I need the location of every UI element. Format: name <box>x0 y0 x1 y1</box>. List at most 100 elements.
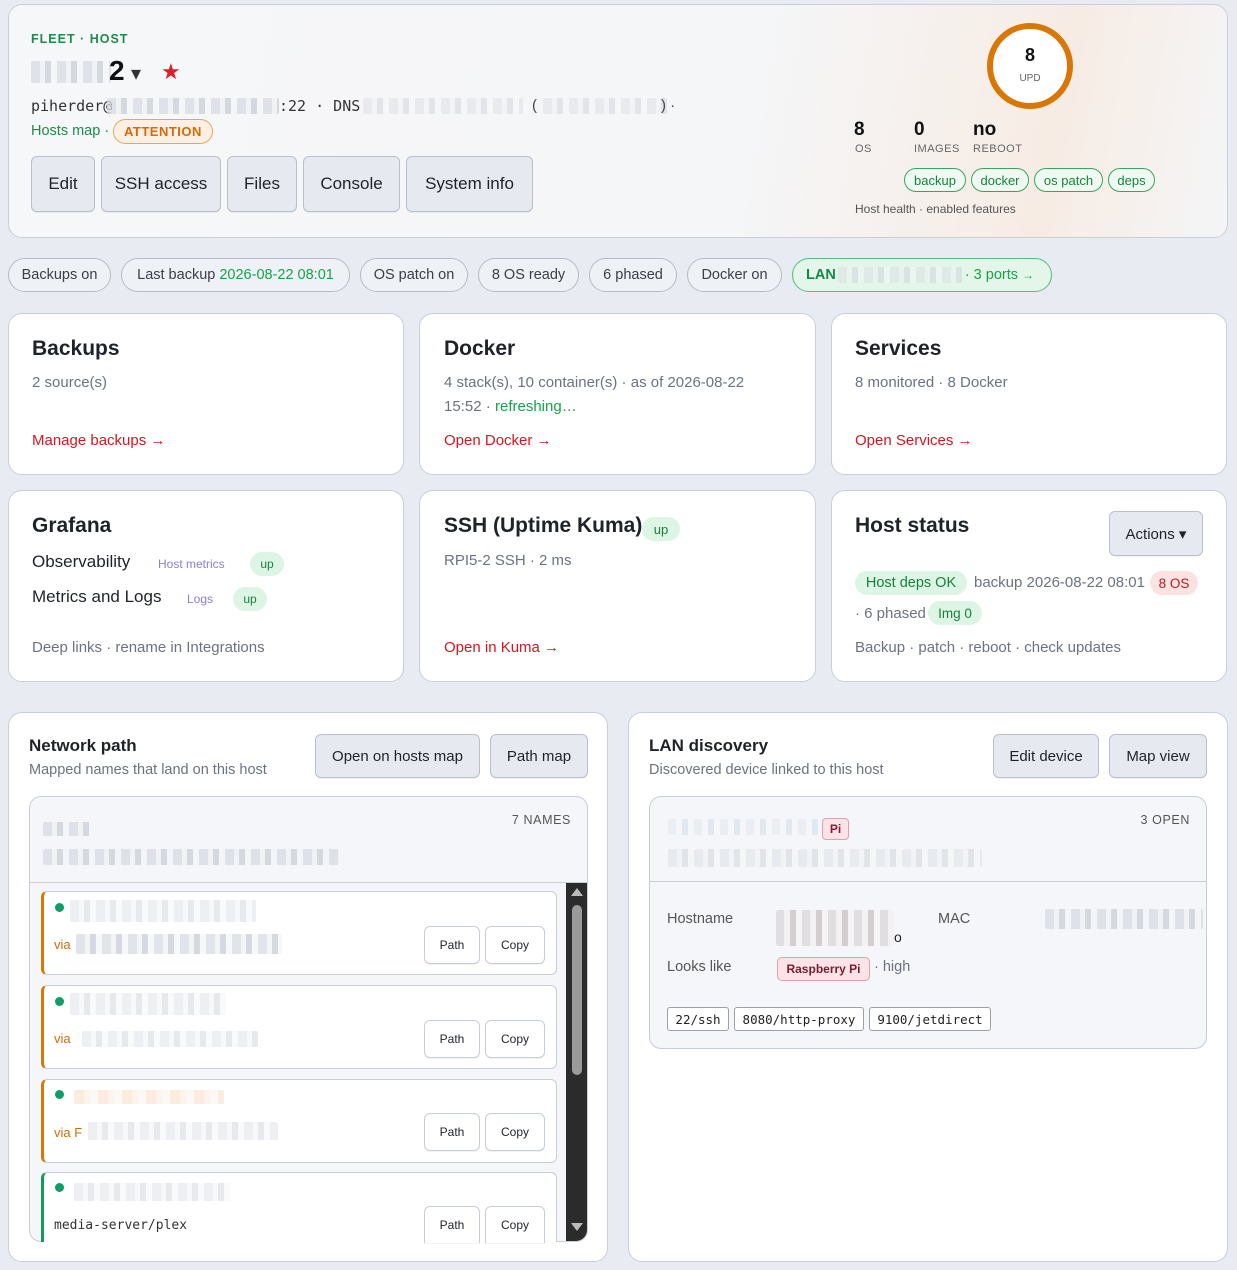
grafana-row-metrics-logs[interactable]: Metrics and Logs <box>32 587 161 607</box>
network-path-subtitle: Mapped names that land on this host <box>29 762 267 778</box>
hostname-redacted <box>776 910 894 946</box>
np-summary-redacted-2 <box>43 849 339 865</box>
services-card: Services 8 monitored · 8 Docker Open Ser… <box>831 313 1227 475</box>
updates-ring-value: 8 <box>1024 45 1035 65</box>
ssh-port: :22 · DNS <box>279 97 361 115</box>
host-status-card: Host status Actions ▾ Host deps OK backu… <box>831 490 1227 682</box>
np-name-redacted <box>70 900 256 922</box>
host-deps-ok-badge: Host deps OK <box>855 571 967 595</box>
stat-images-value: 0 <box>914 119 925 140</box>
list-item[interactable]: via F Path Copy <box>41 1079 557 1163</box>
os-ready-text: 8 OS ready <box>491 267 566 283</box>
copy-button[interactable]: Copy <box>485 1020 545 1058</box>
grafana-logs-status: up <box>233 587 267 611</box>
lan-discovery-title: LAN discovery <box>649 736 769 755</box>
last-backup-pill[interactable]: Last backup 2026-08-22 08:01 <box>121 258 350 292</box>
actions-dropdown-button[interactable]: Actions ▾ <box>1109 511 1203 556</box>
updates-ring: 8 UPD <box>987 23 1073 109</box>
open-on-hosts-map-button[interactable]: Open on hosts map <box>315 734 480 778</box>
device-name-redacted <box>668 819 818 835</box>
mac-label: MAC <box>938 911 971 927</box>
ssh-kuma-card: SSH (Uptime Kuma) up RPI5-2 SSH · 2 ms O… <box>419 490 816 682</box>
scrollbar[interactable] <box>566 883 587 1241</box>
files-button[interactable]: Files <box>227 156 297 212</box>
names-count: 7 NAMES <box>511 813 571 827</box>
lan-discovery-subtitle: Discovered device linked to this host <box>649 762 884 778</box>
copy-button[interactable]: Copy <box>485 1113 545 1151</box>
edit-device-button[interactable]: Edit device <box>993 734 1099 778</box>
manage-backups-link[interactable]: Manage backups → <box>32 432 165 449</box>
hostname-label: Hostname <box>667 911 734 927</box>
raspberry-pi-badge: Raspberry Pi <box>777 957 870 981</box>
os-patch-pill[interactable]: OS patch on <box>360 258 468 292</box>
services-sub: 8 monitored · 8 Docker <box>855 374 1008 391</box>
looks-like-label: Looks like <box>667 959 732 975</box>
open-in-kuma-link[interactable]: Open in Kuma → <box>444 639 559 656</box>
map-view-button[interactable]: Map view <box>1109 734 1207 778</box>
feature-tag-backup: backup <box>904 168 966 192</box>
feature-tag-os-patch: os patch <box>1034 168 1103 192</box>
scroll-up-icon[interactable] <box>571 888 583 896</box>
ssh-access-button[interactable]: SSH access <box>101 156 221 212</box>
grafana-row-observability[interactable]: Observability <box>32 552 130 572</box>
phased-pill[interactable]: 6 phased <box>589 258 677 292</box>
list-item[interactable]: media-server/plex Path Copy <box>41 1172 557 1243</box>
copy-button[interactable]: Copy <box>485 926 545 964</box>
docker-on-pill[interactable]: Docker on <box>687 258 782 292</box>
grafana-card: Grafana Observability Host metrics up Me… <box>8 490 404 682</box>
open-docker-link[interactable]: Open Docker → <box>444 432 552 449</box>
path-button[interactable]: Path <box>424 926 480 964</box>
status-dot <box>55 903 64 912</box>
os-ready-pill[interactable]: 8 OS ready <box>478 258 579 292</box>
np-via-redacted <box>76 934 282 954</box>
docker-on-text: Docker on <box>701 267 768 283</box>
backups-on-text: Backups on <box>21 267 98 283</box>
np-via: via F <box>54 1125 83 1140</box>
phased-text: 6 phased <box>603 267 663 283</box>
np-via: via <box>54 1031 71 1046</box>
system-info-button[interactable]: System info <box>406 156 533 212</box>
port-http-proxy: 8080/http-proxy <box>734 1007 864 1031</box>
path-button[interactable]: Path <box>424 1020 480 1058</box>
docker-refreshing: refreshing… <box>495 398 577 415</box>
path-map-button[interactable]: Path map <box>490 734 588 778</box>
edit-button[interactable]: Edit <box>31 156 95 212</box>
paren-open: ( <box>532 97 537 114</box>
host-status-footer: Backup · patch · reboot · check updates <box>855 639 1121 656</box>
np-name-redacted <box>74 1183 230 1201</box>
path-button[interactable]: Path <box>424 1113 480 1151</box>
backups-card: Backups 2 source(s) Manage backups → <box>8 313 404 475</box>
host-dropdown-icon[interactable]: ▾ <box>131 61 141 86</box>
list-item[interactable]: via Path Copy <box>41 985 557 1069</box>
lan-arrow-icon: → <box>1022 268 1035 282</box>
hosts-map-link[interactable]: Hosts map · <box>31 123 109 139</box>
ssh-kuma-sub: RPI5-2 SSH · 2 ms <box>444 552 572 569</box>
docker-card: Docker 4 stack(s), 10 container(s) · as … <box>419 313 816 475</box>
stat-os-label: OS <box>855 143 872 155</box>
network-path-title: Network path <box>29 736 137 755</box>
last-backup-value: 2026-08-22 08:01 <box>219 267 334 283</box>
backups-on-pill[interactable]: Backups on <box>8 258 111 292</box>
list-divider <box>30 882 587 883</box>
list-item[interactable]: via Path Copy <box>41 891 557 975</box>
favorite-star-icon[interactable]: ★ <box>161 59 181 85</box>
console-button[interactable]: Console <box>303 156 400 212</box>
attention-badge: ATTENTION <box>113 119 213 144</box>
lan-device-card: Pi 3 OPEN Hostname o MAC Looks like Rasp… <box>649 796 1207 1049</box>
np-summary-redacted-1 <box>43 822 91 836</box>
dns-redacted <box>363 98 523 114</box>
mac-redacted <box>1045 909 1203 929</box>
hostname-suffix: o <box>894 929 902 945</box>
scroll-thumb[interactable] <box>572 905 582 1075</box>
stat-images-label: IMAGES <box>914 143 960 155</box>
status-dot <box>55 997 64 1006</box>
device-ip-redacted <box>668 849 982 867</box>
np-via-redacted <box>82 1031 258 1047</box>
open-services-link[interactable]: Open Services → <box>855 432 973 449</box>
breadcrumb: FLEET · HOST <box>31 32 129 46</box>
path-button[interactable]: Path <box>424 1206 480 1243</box>
copy-button[interactable]: Copy <box>485 1206 545 1243</box>
open-ports-count: 3 OPEN <box>1140 813 1190 827</box>
scroll-down-icon[interactable] <box>571 1223 583 1231</box>
lan-pill[interactable]: LAN · 3 ports → <box>792 258 1052 292</box>
